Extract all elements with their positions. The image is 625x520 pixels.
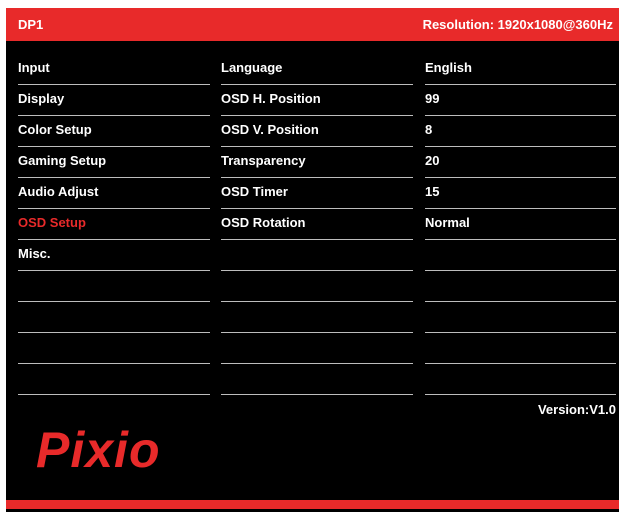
setting-value: 15 xyxy=(425,184,440,199)
menu-item-label: OSD Setup xyxy=(18,215,86,230)
menu-item-misc[interactable]: Misc. xyxy=(18,240,210,271)
value-osd-rotation[interactable]: Normal xyxy=(425,209,616,240)
setting-language[interactable]: Language xyxy=(221,54,413,85)
menu-item-label: Misc. xyxy=(18,246,51,261)
value-language[interactable]: English xyxy=(425,54,616,85)
bottom-accent-bar xyxy=(6,500,619,509)
menu-item-color-setup[interactable]: Color Setup xyxy=(18,116,210,147)
setting-label: Language xyxy=(221,60,283,75)
menu-item-input[interactable]: Input xyxy=(18,54,210,85)
empty-row xyxy=(425,240,616,271)
setting-osd-v-position[interactable]: OSD V. Position xyxy=(221,116,413,147)
resolution-label: Resolution: 1920x1080@360Hz xyxy=(422,17,613,32)
menu-item-label: Input xyxy=(18,60,50,75)
menu-item-osd-setup[interactable]: OSD Setup xyxy=(18,209,210,240)
setting-label: OSD V. Position xyxy=(221,122,319,137)
empty-row xyxy=(221,364,413,395)
empty-row xyxy=(18,364,210,395)
menu-item-label: Display xyxy=(18,91,65,106)
setting-label: OSD H. Position xyxy=(221,91,321,106)
main-menu-column: Input Display Color Setup Gaming Setup A… xyxy=(18,54,210,395)
input-source-label: DP1 xyxy=(18,17,44,32)
value-osd-timer[interactable]: 15 xyxy=(425,178,616,209)
setting-value: 99 xyxy=(425,91,440,106)
empty-row xyxy=(18,271,210,302)
empty-row xyxy=(221,333,413,364)
empty-row xyxy=(425,364,616,395)
submenu-column: Language OSD H. Position OSD V. Position… xyxy=(221,54,413,395)
setting-value: English xyxy=(425,60,472,75)
menu-item-label: Audio Adjust xyxy=(18,184,99,199)
menu-item-gaming-setup[interactable]: Gaming Setup xyxy=(18,147,210,178)
setting-osd-timer[interactable]: OSD Timer xyxy=(221,178,413,209)
setting-label: OSD Timer xyxy=(221,184,288,199)
setting-osd-h-position[interactable]: OSD H. Position xyxy=(221,85,413,116)
value-osd-v-position[interactable]: 8 xyxy=(425,116,616,147)
setting-value: 20 xyxy=(425,153,440,168)
osd-header: DP1 Resolution: 1920x1080@360Hz xyxy=(6,8,619,41)
setting-value: Normal xyxy=(425,215,470,230)
version-label: Version:V1.0 xyxy=(537,402,616,417)
empty-row xyxy=(18,302,210,333)
setting-osd-rotation[interactable]: OSD Rotation xyxy=(221,209,413,240)
osd-menu: DP1 Resolution: 1920x1080@360Hz Input Di… xyxy=(6,8,619,512)
value-transparency[interactable]: 20 xyxy=(425,147,616,178)
empty-row xyxy=(221,271,413,302)
value-column: English 99 8 20 15 Normal xyxy=(425,54,616,395)
value-osd-h-position[interactable]: 99 xyxy=(425,85,616,116)
setting-transparency[interactable]: Transparency xyxy=(221,147,413,178)
menu-item-display[interactable]: Display xyxy=(18,85,210,116)
setting-label: Transparency xyxy=(221,153,306,168)
setting-label: OSD Rotation xyxy=(221,215,306,230)
empty-row xyxy=(221,240,413,271)
empty-row xyxy=(18,333,210,364)
pixio-logo: Pixio xyxy=(36,422,161,478)
setting-value: 8 xyxy=(425,122,433,137)
empty-row xyxy=(221,302,413,333)
menu-item-label: Gaming Setup xyxy=(18,153,107,168)
empty-row xyxy=(425,333,616,364)
menu-item-label: Color Setup xyxy=(18,122,92,137)
empty-row xyxy=(425,271,616,302)
empty-row xyxy=(425,302,616,333)
menu-item-audio-adjust[interactable]: Audio Adjust xyxy=(18,178,210,209)
